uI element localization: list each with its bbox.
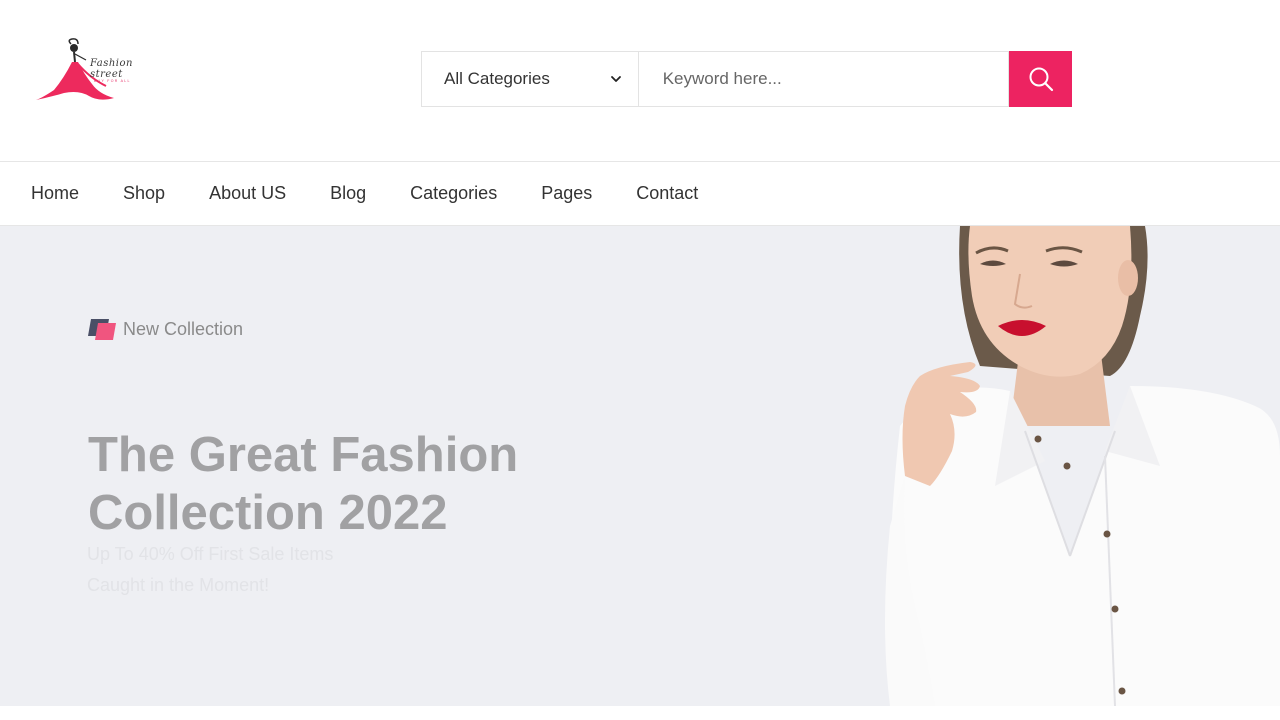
new-collection-badge: New Collection bbox=[87, 316, 243, 342]
logo-tagline: BUY FOR ALL bbox=[94, 79, 131, 83]
collection-icon bbox=[88, 319, 116, 340]
search-button[interactable] bbox=[1009, 51, 1072, 107]
hero-subline-1: Up To 40% Off First Sale Items bbox=[87, 544, 334, 564]
badge-label: New Collection bbox=[123, 318, 244, 339]
site-header: Fashion street BUY FOR ALL All Categorie… bbox=[0, 0, 1280, 161]
category-select-value: All Categories bbox=[444, 69, 550, 88]
nav-item-blog[interactable]: Blog bbox=[330, 183, 366, 204]
search-bar: All Categories bbox=[421, 51, 1072, 107]
category-select[interactable]: All Categories bbox=[421, 51, 639, 107]
nav-item-home[interactable]: Home bbox=[31, 183, 79, 204]
site-logo[interactable]: Fashion street BUY FOR ALL bbox=[34, 38, 164, 108]
nav-item-categories[interactable]: Categories bbox=[410, 183, 497, 204]
nav-item-shop[interactable]: Shop bbox=[123, 183, 165, 204]
hero-subline-2: Caught in the Moment! bbox=[87, 575, 270, 595]
model-photo bbox=[885, 226, 1280, 706]
nav-item-pages[interactable]: Pages bbox=[541, 183, 592, 204]
logo-wordmark: Fashion street bbox=[90, 58, 133, 80]
main-nav: Home Shop About US Blog Categories Pages… bbox=[0, 161, 1280, 226]
hero-banner: New Collection The Great Fashion Collect… bbox=[0, 226, 1280, 706]
nav-item-contact[interactable]: Contact bbox=[636, 183, 698, 204]
hero-headline: The Great Fashion Collection 2022 bbox=[88, 428, 519, 540]
nav-item-about-us[interactable]: About US bbox=[209, 183, 286, 204]
page-bottom-strip bbox=[0, 706, 1280, 720]
keyword-search-input[interactable] bbox=[638, 51, 1010, 107]
chevron-down-icon bbox=[610, 76, 621, 82]
search-icon bbox=[1029, 67, 1053, 92]
